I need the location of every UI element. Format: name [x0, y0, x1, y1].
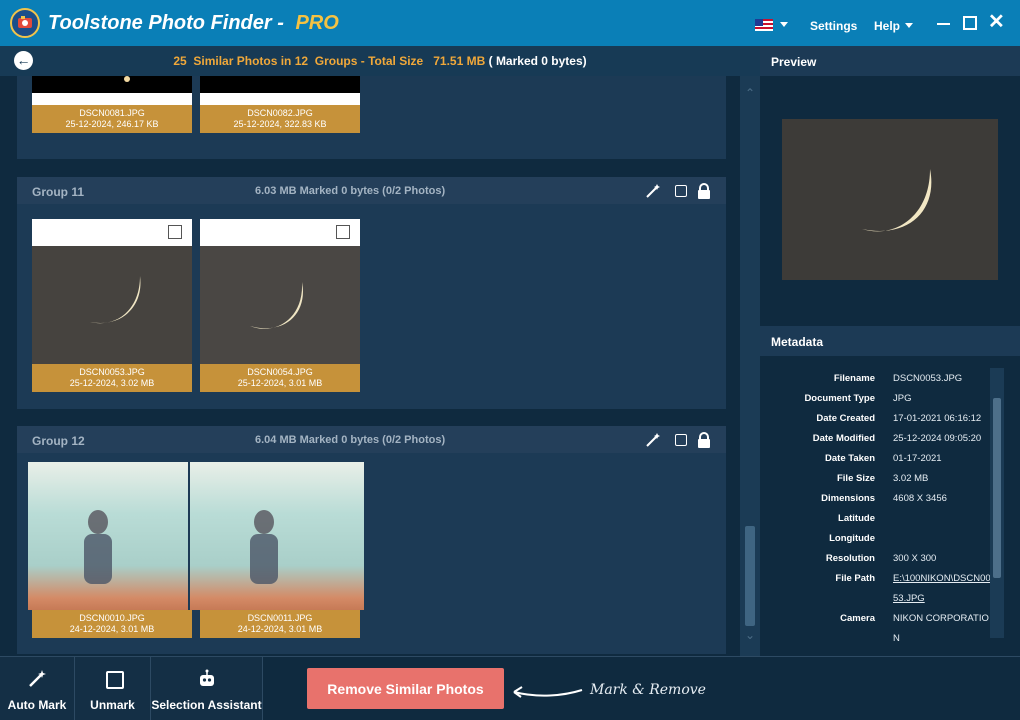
metadata-title: Metadata [760, 326, 1020, 356]
photo-image[interactable] [32, 246, 192, 364]
photo-filename: DSCN0011.JPG [247, 613, 313, 623]
chevron-down-icon[interactable]: ⌄ [745, 628, 755, 642]
photo-meta: 24-12-2024, 3.01 MB [69, 624, 155, 634]
group-title: Group 12 [32, 434, 85, 448]
metadata-scrollbar[interactable] [990, 368, 1004, 638]
photo-image[interactable] [200, 246, 360, 364]
photo-image[interactable] [28, 462, 188, 610]
group-card: DSCN0081.JPG 25-12-2024, 246.17 KB DSCN0… [17, 76, 726, 159]
file-path-link[interactable]: E:\100NIKON\DSCN00 [893, 573, 991, 584]
photo-filename: DSCN0010.JPG [79, 613, 145, 623]
metadata-table: Filename DSCN0053.JPG Document Type JPG Da… [760, 356, 1020, 656]
results-header: ← 25 Similar Photos in 12 Groups - Total… [0, 46, 760, 76]
close-icon[interactable]: ✕ [988, 12, 1006, 32]
photo-checkbox[interactable] [336, 225, 350, 239]
settings-menu[interactable]: Settings [810, 19, 857, 33]
photo-caption: DSCN0053.JPG 25-12-2024, 3.02 MB [32, 364, 192, 392]
lock-icon[interactable] [696, 432, 712, 448]
help-menu[interactable]: Help [874, 19, 900, 33]
group-card: Group 11 6.03 MB Marked 0 bytes (0/2 Pho… [17, 177, 726, 409]
checkbox-icon [103, 669, 124, 689]
minimize-icon[interactable] [935, 14, 953, 32]
photo-meta: 25-12-2024, 322.83 KB [233, 119, 327, 129]
photo-checkbox[interactable] [168, 225, 182, 239]
photo-caption: DSCN0010.JPG 24-12-2024, 3.01 MB [32, 610, 192, 638]
photo-caption: DSCN0082.JPG 25-12-2024, 322.83 KB [200, 105, 360, 133]
photo-caption: DSCN0011.JPG 24-12-2024, 3.01 MB [200, 610, 360, 638]
groups-list: DSCN0081.JPG 25-12-2024, 246.17 KB DSCN0… [0, 76, 740, 656]
photo-caption: DSCN0081.JPG 25-12-2024, 246.17 KB [32, 105, 192, 133]
select-all-checkbox-icon[interactable] [673, 183, 689, 199]
group-header: Group 11 6.03 MB Marked 0 bytes (0/2 Pho… [17, 177, 726, 204]
language-flag-icon[interactable] [755, 19, 773, 31]
lock-icon[interactable] [696, 183, 712, 199]
photo-meta: 25-12-2024, 3.01 MB [237, 378, 323, 388]
photo-caption: DSCN0054.JPG 25-12-2024, 3.01 MB [200, 364, 360, 392]
hint-arrow-icon [513, 686, 583, 698]
chevron-up-icon[interactable]: ⌃ [745, 86, 755, 100]
photo-image[interactable] [200, 76, 360, 93]
group-header: Group 12 6.04 MB Marked 0 bytes (0/2 Pho… [17, 426, 726, 453]
select-all-checkbox-icon[interactable] [673, 432, 689, 448]
group-title: Group 11 [32, 185, 85, 199]
results-summary: 25 Similar Photos in 12 Groups - Total S… [173, 54, 587, 68]
group-card: Group 12 6.04 MB Marked 0 bytes (0/2 Pho… [17, 426, 726, 654]
preview-title: Preview [760, 46, 1020, 76]
app-logo-icon [10, 8, 40, 38]
unmark-button[interactable]: Unmark [75, 657, 151, 720]
maximize-icon[interactable] [961, 14, 979, 32]
preview-image [782, 119, 998, 280]
photo-filename: DSCN0053.JPG [79, 367, 145, 377]
group-info: 6.03 MB Marked 0 bytes (0/2 Photos) [255, 185, 446, 197]
photo-filename: DSCN0054.JPG [247, 367, 313, 377]
group-info: 6.04 MB Marked 0 bytes (0/2 Photos) [255, 434, 446, 446]
photo-meta: 25-12-2024, 246.17 KB [65, 119, 159, 129]
magic-wand-icon[interactable] [645, 432, 661, 448]
hint-text: Mark & Remove [590, 682, 706, 698]
selection-assistant-button[interactable]: Selection Assistant [151, 657, 263, 720]
chevron-down-icon[interactable] [780, 22, 788, 27]
photo-image[interactable] [32, 76, 192, 93]
remove-similar-photos-button[interactable]: Remove Similar Photos [307, 668, 504, 709]
magic-wand-icon [27, 669, 47, 689]
photo-image[interactable] [190, 462, 364, 610]
robot-icon [197, 669, 217, 689]
magic-wand-icon[interactable] [645, 183, 661, 199]
photo-filename: DSCN0081.JPG [79, 108, 145, 118]
scroll-thumb[interactable] [993, 398, 1001, 578]
title-bar: Toolstone Photo Finder - PRO Settings He… [0, 0, 1020, 46]
app-title: Toolstone Photo Finder - PRO [48, 12, 339, 34]
groups-scrollbar[interactable]: ⌃ ⌄ [740, 76, 760, 656]
details-panel: Preview Metadata Filename DSCN0053.JPG Do… [760, 46, 1020, 656]
auto-mark-button[interactable]: Auto Mark [0, 657, 75, 720]
photo-filename: DSCN0082.JPG [247, 108, 313, 118]
photo-meta: 25-12-2024, 3.02 MB [69, 378, 155, 388]
scroll-thumb[interactable] [745, 526, 755, 626]
file-path-link[interactable]: 53.JPG [893, 593, 925, 604]
photo-meta: 24-12-2024, 3.01 MB [237, 624, 323, 634]
chevron-down-icon[interactable] [905, 23, 913, 28]
